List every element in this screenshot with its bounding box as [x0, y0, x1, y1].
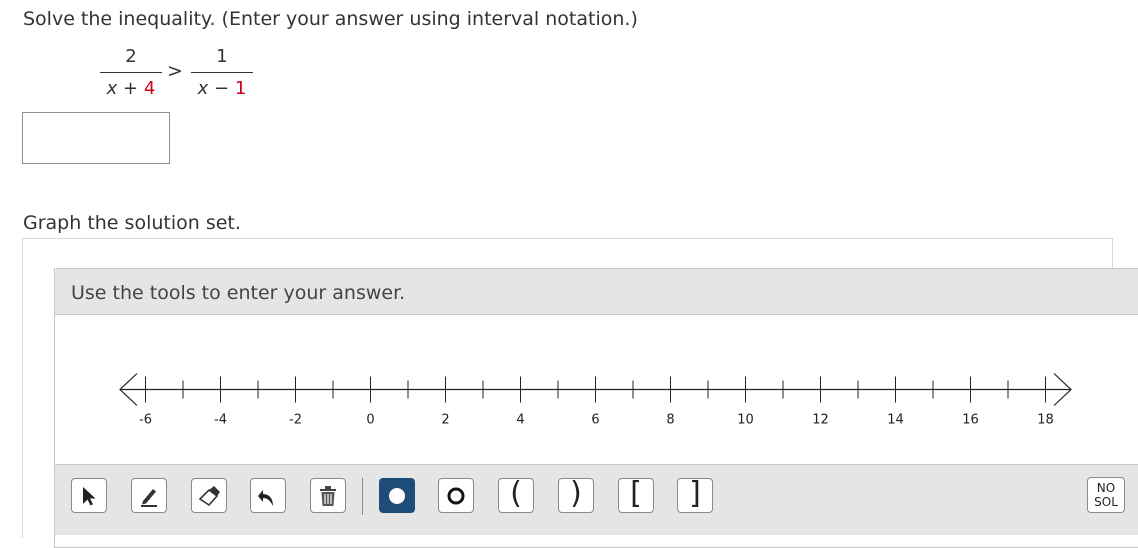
no-solution-line2: SOL [1094, 495, 1118, 509]
number-line[interactable]: -6 -4 -2 0 2 4 6 8 10 12 14 16 18 [55, 269, 1135, 464]
trash-icon [320, 485, 336, 506]
eraser-icon [198, 485, 220, 506]
tick-label: 16 [962, 413, 979, 428]
question-prompt: Solve the inequality. (Enter your answer… [23, 8, 638, 30]
no-solution-button[interactable]: NO SOL [1087, 477, 1125, 513]
tick-label: 2 [441, 413, 449, 428]
arrow-pointer-icon [83, 486, 96, 505]
delete-tool-button[interactable] [310, 478, 346, 513]
filled-circle-icon [389, 487, 405, 504]
pencil-tool-button[interactable] [131, 478, 167, 513]
tick-label: 8 [666, 413, 674, 428]
eraser-tool-button[interactable] [191, 478, 227, 513]
toolbar-separator [362, 478, 363, 515]
pencil-icon [141, 488, 157, 507]
tick-label: 12 [812, 413, 829, 428]
tick-label: 18 [1037, 413, 1054, 428]
tick-label: 6 [591, 413, 599, 428]
left-paren-glyph: ( [510, 476, 522, 511]
right-paren-tool-button[interactable]: ) [558, 478, 594, 513]
inequality-sign: > [167, 60, 183, 82]
left-den-constant: 4 [143, 78, 156, 99]
left-fraction: 2 x + 4 [100, 46, 162, 99]
left-numerator: 2 [125, 46, 137, 67]
right-numerator: 1 [216, 46, 228, 67]
open-point-tool-button[interactable] [438, 478, 474, 513]
tick-label: -6 [139, 413, 152, 428]
undo-arrow-icon [258, 489, 273, 506]
tick-label: 10 [737, 413, 754, 428]
undo-tool-button[interactable] [250, 478, 286, 513]
closed-point-tool-button[interactable] [379, 478, 415, 513]
tick-label: -4 [214, 413, 227, 428]
left-den-variable: x [106, 78, 118, 99]
left-denominator: x + 4 [100, 73, 162, 99]
right-den-variable: x [197, 78, 209, 99]
tick-label: 14 [887, 413, 904, 428]
left-bracket-tool-button[interactable]: [ [618, 478, 654, 513]
tick-label: 0 [366, 413, 374, 428]
no-solution-line1: NO [1096, 481, 1116, 495]
left-den-operator: + [123, 78, 139, 99]
right-bracket-glyph: ] [689, 476, 701, 511]
left-bracket-glyph: [ [630, 476, 642, 511]
right-den-constant: 1 [234, 78, 247, 99]
tick-label: 4 [516, 413, 524, 428]
pointer-tool-button[interactable] [71, 478, 107, 513]
graphing-tool-panel: Use the tools to enter your answer. -6 -4… [54, 268, 1138, 548]
answer-input[interactable] [22, 112, 170, 164]
tick-label: -2 [289, 413, 302, 428]
right-den-operator: − [214, 78, 230, 99]
right-bracket-tool-button[interactable]: ] [677, 478, 713, 513]
graph-toolbar: ( ) [ ] NO SOL [55, 464, 1138, 535]
right-fraction: 1 x − 1 [191, 46, 253, 99]
right-paren-glyph: ) [570, 476, 582, 511]
open-circle-icon [447, 487, 465, 504]
graph-instructions: Graph the solution set. [23, 212, 241, 234]
left-paren-tool-button[interactable]: ( [498, 478, 534, 513]
right-denominator: x − 1 [191, 73, 253, 99]
